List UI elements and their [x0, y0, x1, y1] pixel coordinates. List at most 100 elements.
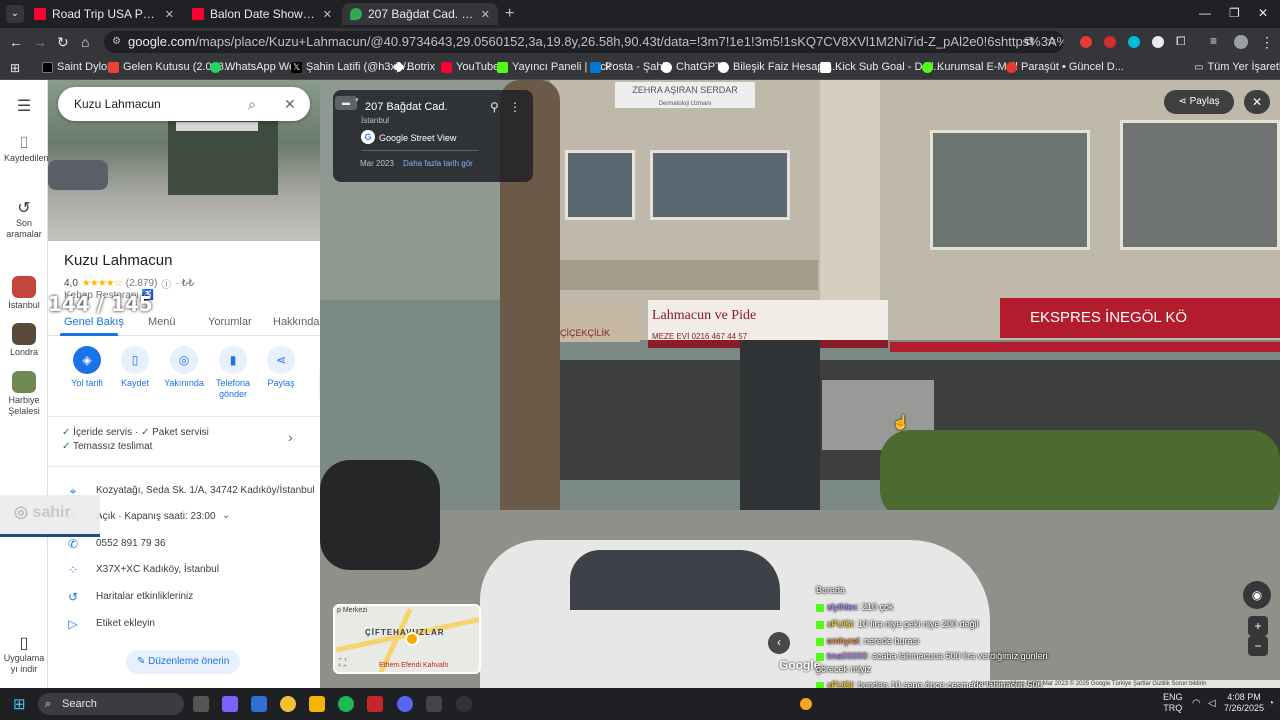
tab-about[interactable]: Hakkında — [273, 316, 319, 328]
get-app-button[interactable]: ▯ Uygulama yı indir — [0, 633, 48, 675]
extension-icon[interactable] — [1152, 36, 1164, 48]
previous-arrow-icon[interactable]: ‹ — [768, 632, 790, 654]
bookmark-8[interactable]: ChatGPT — [661, 61, 722, 73]
obs-icon[interactable] — [456, 696, 472, 712]
weather-icon[interactable] — [800, 698, 812, 710]
review-count[interactable]: (2.879) — [126, 278, 158, 289]
install-app-icon[interactable]: ⧉ — [1025, 34, 1034, 49]
phone-text: 0552 891 79 36 — [96, 538, 166, 549]
tab-overview[interactable]: Genel Bakış — [64, 316, 124, 328]
browser-tab-0[interactable]: Road Trip USA Part 13 - Driving ✕ — [26, 3, 182, 25]
media-controls-icon[interactable]: ≡ — [1210, 34, 1217, 48]
close-tab-icon[interactable]: ✕ — [165, 8, 174, 21]
recent-searches-button[interactable]: ↺ Son aramalar — [0, 198, 48, 240]
label-row[interactable]: ▷ Etiket ekleyin — [48, 615, 320, 635]
clock[interactable]: 4:08 PM 7/26/2025 — [1224, 692, 1264, 714]
app-icon[interactable] — [426, 696, 442, 712]
notifications-icon[interactable]: ◔ — [1268, 698, 1274, 709]
bookmark-0[interactable]: Saint Dylon — [42, 61, 113, 73]
reload-icon[interactable]: ↻ — [57, 34, 69, 51]
taskbar-search[interactable]: ⌕ Search — [38, 693, 184, 715]
sv-share-button[interactable]: ⋖ Paylaş — [1164, 90, 1234, 114]
app-icon[interactable] — [367, 696, 383, 712]
extension-icon[interactable] — [1104, 36, 1116, 48]
forward-icon[interactable]: → — [33, 34, 47, 50]
nearby-button[interactable]: ◎ Yakınında — [156, 346, 212, 388]
search-icon[interactable]: ⌕ — [248, 87, 256, 121]
extensions-puzzle-icon[interactable]: ⧠ — [1176, 34, 1186, 49]
close-window-icon[interactable]: ✕ — [1258, 6, 1268, 20]
phone-row[interactable]: ✆ 0552 891 79 36 — [48, 535, 320, 555]
info-icon[interactable]: ⓘ — [161, 276, 171, 291]
recent-place-londra[interactable]: Londra — [0, 323, 48, 357]
extension-icon[interactable] — [1128, 36, 1140, 48]
activity-row[interactable]: ↺ Haritalar etkinlikleriniz — [48, 588, 320, 608]
tab-search-chevron-icon[interactable]: ⌄ — [6, 5, 24, 23]
search-box[interactable]: Kuzu Lahmacun ⌕ ✕ — [58, 87, 310, 121]
street-view-minimap[interactable]: p Merkezi ÇİFTEHAVUZLAR Ethem Efendi Kah… — [333, 604, 481, 674]
expand-map-icon[interactable]: ⛶ — [339, 658, 346, 669]
bookmark-star-icon[interactable]: ☆ — [1046, 34, 1057, 48]
bookmark-11[interactable]: Kurumsal E-Mail — [922, 61, 1018, 73]
tab-reviews[interactable]: Yorumlar — [208, 316, 252, 328]
bookmark-4[interactable]: Botrix — [393, 61, 435, 73]
volume-icon[interactable]: ◁ — [1208, 698, 1216, 709]
dropdown-icon[interactable]: ▾ — [355, 96, 359, 104]
chevron-down-icon[interactable]: ⌄ — [222, 510, 230, 521]
chrome-icon[interactable] — [280, 696, 296, 712]
menu-button[interactable]: ☰ — [0, 96, 48, 116]
all-bookmarks-folder[interactable]: ▭Tüm Yer İşaretleri — [1194, 61, 1280, 73]
bookmark-2[interactable]: WhatsApp Web — [210, 61, 301, 73]
more-options-icon[interactable]: ⋮ — [509, 100, 521, 114]
copilot-icon[interactable] — [222, 696, 238, 712]
discord-icon[interactable] — [397, 696, 413, 712]
back-icon[interactable]: ← — [9, 34, 23, 50]
profile-avatar[interactable] — [1234, 35, 1248, 49]
rail-label: Son aramalar — [6, 218, 42, 239]
windows-start-icon[interactable]: ⊞ — [13, 695, 26, 713]
app-icon[interactable] — [251, 696, 267, 712]
sv-close-button[interactable]: ✕ — [1244, 90, 1270, 114]
recent-place-harbiye[interactable]: Harbiye Şelalesi — [0, 371, 48, 417]
save-button[interactable]: ▯ Kaydet — [107, 346, 163, 388]
new-tab-button[interactable]: + — [505, 5, 514, 23]
zoom-in-button[interactable]: + — [1248, 616, 1268, 636]
home-icon[interactable]: ⌂ — [81, 34, 89, 50]
extension-icon[interactable] — [1080, 36, 1092, 48]
search-input[interactable]: Kuzu Lahmacun — [74, 97, 161, 111]
file-explorer-icon[interactable] — [309, 696, 325, 712]
address-bar[interactable]: ⚙ google.com/maps/place/Kuzu+Lahmacun/@4… — [104, 31, 1064, 53]
zoom-out-button[interactable]: − — [1248, 636, 1268, 656]
browser-menu-icon[interactable]: ⋮ — [1260, 34, 1274, 51]
ekspres-sign: EKSPRES İNEGÖL KÖ — [1000, 298, 1280, 338]
wifi-icon[interactable]: ◠ — [1192, 698, 1201, 709]
language-indicator[interactable]: ENG TRQ — [1163, 692, 1183, 714]
compass-icon[interactable]: ◉ — [1243, 581, 1271, 609]
service-options[interactable]: ✓ İçeride servis · ✓ Paket servisi ✓ Tem… — [62, 426, 302, 454]
spotify-icon[interactable] — [338, 696, 354, 712]
bookmark-5[interactable]: YouTube — [441, 61, 499, 73]
saved-button[interactable]: ⌷ Kaydedilenler — [0, 135, 59, 164]
clear-search-icon[interactable]: ✕ — [284, 87, 296, 121]
browser-tab-2-active[interactable]: 207 Bağdat Cad. - Google Harit ✕ — [342, 3, 498, 25]
bookmarks-bar: ⊞ Saint Dylon Gelen Kutusu (2.008... Wha… — [0, 56, 1280, 80]
bookmark-12[interactable]: Paraşüt • Güncel D... — [1006, 61, 1124, 73]
plus-code-row[interactable]: ⁘ X37X+XC Kadıköy, İstanbul — [48, 561, 320, 581]
location-pin-icon[interactable]: ⚲ — [490, 100, 499, 114]
bookmark-7[interactable]: Posta - Şahin — [590, 61, 671, 73]
suggest-edit-button[interactable]: ✎ Düzenleme önerin — [126, 650, 241, 674]
see-more-dates-link[interactable]: Daha fazla tarih gör — [403, 159, 473, 168]
minimize-icon[interactable]: — — [1199, 6, 1211, 20]
close-tab-icon[interactable]: ✕ — [481, 8, 490, 21]
recent-place-istanbul[interactable]: İstanbul — [0, 276, 48, 310]
browser-tab-1[interactable]: Balon Date Show 15. Bölüm - Y ✕ — [184, 3, 340, 25]
share-button[interactable]: ⋖ Paylaş — [253, 346, 309, 388]
chevron-right-icon[interactable]: › — [288, 429, 293, 445]
tab-menu[interactable]: Menü — [148, 316, 176, 328]
restore-icon[interactable]: ❐ — [1229, 6, 1240, 20]
close-tab-icon[interactable]: ✕ — [323, 8, 332, 21]
task-view-icon[interactable] — [193, 696, 209, 712]
site-info-icon[interactable]: ⚙ — [112, 31, 121, 53]
apps-grid-icon[interactable]: ⊞ — [10, 61, 20, 75]
keyboard-icon[interactable]: ▬ — [335, 96, 357, 110]
